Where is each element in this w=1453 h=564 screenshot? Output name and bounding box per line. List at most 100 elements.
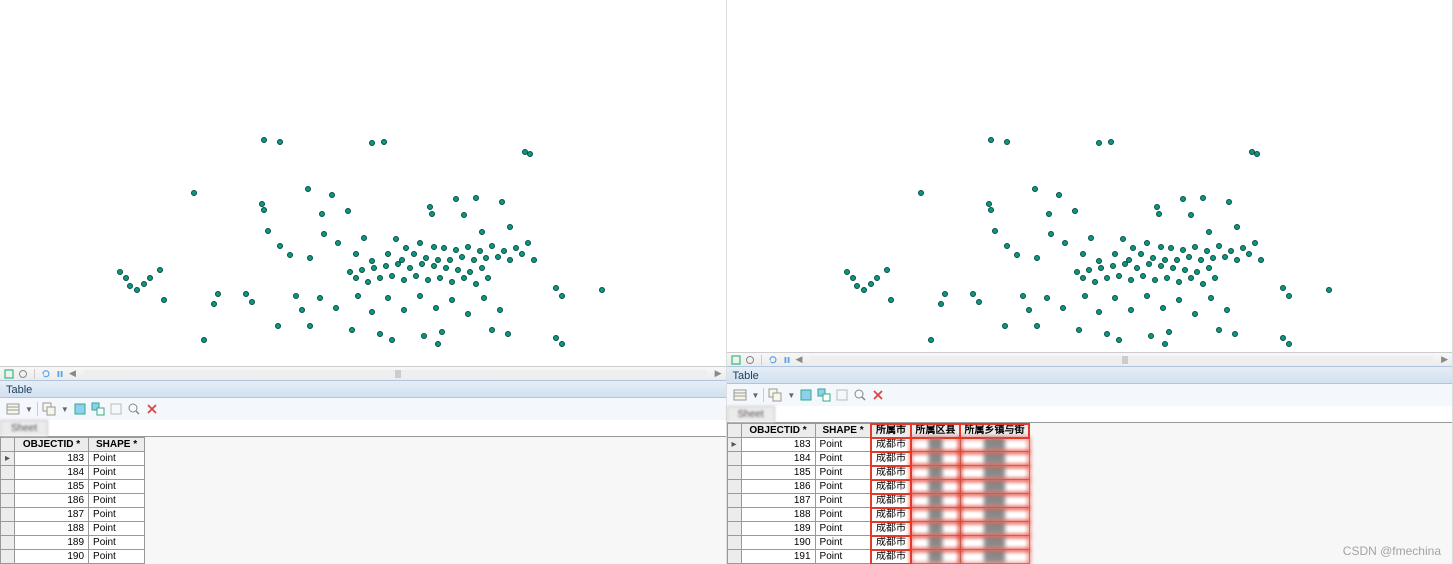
- map-point[interactable]: [407, 265, 413, 271]
- map-point[interactable]: [1150, 255, 1156, 261]
- map-point[interactable]: [1116, 337, 1122, 343]
- map-point[interactable]: [513, 245, 519, 251]
- map-point[interactable]: [265, 228, 271, 234]
- table-row[interactable]: 185Point: [1, 480, 145, 494]
- map-point[interactable]: [411, 251, 417, 257]
- map-point[interactable]: [305, 186, 311, 192]
- horizontal-scrollbar[interactable]: [84, 370, 707, 378]
- map-point[interactable]: [1104, 275, 1110, 281]
- table-row[interactable]: 184Point: [1, 466, 145, 480]
- row-selector[interactable]: [727, 550, 741, 564]
- map-point[interactable]: [1252, 240, 1258, 246]
- horizontal-scrollbar[interactable]: [810, 356, 1433, 364]
- map-point[interactable]: [369, 258, 375, 264]
- map-point[interactable]: [287, 252, 293, 258]
- map-point[interactable]: [888, 297, 894, 303]
- map-point[interactable]: [371, 265, 377, 271]
- map-point[interactable]: [1182, 267, 1188, 273]
- map-point[interactable]: [1200, 281, 1206, 287]
- map-point[interactable]: [1222, 254, 1228, 260]
- map-point[interactable]: [423, 255, 429, 261]
- map-point[interactable]: [141, 281, 147, 287]
- map-point[interactable]: [1176, 297, 1182, 303]
- map-point[interactable]: [481, 295, 487, 301]
- map-point[interactable]: [461, 275, 467, 281]
- map-point[interactable]: [361, 235, 367, 241]
- map-point[interactable]: [884, 267, 890, 273]
- map-point[interactable]: [353, 251, 359, 257]
- map-point[interactable]: [1060, 305, 1066, 311]
- map-view-right[interactable]: [727, 0, 1453, 352]
- map-point[interactable]: [377, 331, 383, 337]
- map-point[interactable]: [1122, 261, 1128, 267]
- map-point[interactable]: [1004, 139, 1010, 145]
- map-point[interactable]: [1174, 257, 1180, 263]
- row-selector[interactable]: [1, 466, 15, 480]
- map-point[interactable]: [1208, 295, 1214, 301]
- map-point[interactable]: [844, 269, 850, 275]
- map-point[interactable]: [369, 309, 375, 315]
- map-point[interactable]: [1180, 196, 1186, 202]
- map-point[interactable]: [401, 277, 407, 283]
- map-point[interactable]: [1280, 285, 1286, 291]
- map-point[interactable]: [1088, 235, 1094, 241]
- table-row[interactable]: 188Point: [1, 522, 145, 536]
- col-objectid[interactable]: OBJECTID *: [741, 424, 815, 438]
- map-point[interactable]: [215, 291, 221, 297]
- map-point[interactable]: [211, 301, 217, 307]
- map-point[interactable]: [477, 248, 483, 254]
- map-point[interactable]: [1128, 277, 1134, 283]
- map-point[interactable]: [1082, 293, 1088, 299]
- row-selector[interactable]: [1, 480, 15, 494]
- zoom-selected-icon[interactable]: [127, 402, 141, 416]
- table-row[interactable]: 190Point成都市█████: [727, 536, 1029, 550]
- map-point[interactable]: [1228, 248, 1234, 254]
- map-point[interactable]: [429, 211, 435, 217]
- map-point[interactable]: [369, 140, 375, 146]
- map-point[interactable]: [385, 251, 391, 257]
- map-point[interactable]: [419, 261, 425, 267]
- map-point[interactable]: [134, 287, 140, 293]
- map-point[interactable]: [1146, 261, 1152, 267]
- map-point[interactable]: [353, 275, 359, 281]
- map-point[interactable]: [489, 327, 495, 333]
- map-point[interactable]: [1044, 295, 1050, 301]
- map-point[interactable]: [1096, 309, 1102, 315]
- map-point[interactable]: [1048, 231, 1054, 237]
- delete-selected-icon[interactable]: [871, 388, 885, 402]
- map-point[interactable]: [507, 257, 513, 263]
- map-point[interactable]: [425, 277, 431, 283]
- map-point[interactable]: [1032, 186, 1038, 192]
- table-row[interactable]: 188Point成都市█████: [727, 508, 1029, 522]
- map-point[interactable]: [1240, 245, 1246, 251]
- map-point[interactable]: [431, 263, 437, 269]
- map-point[interactable]: [1280, 335, 1286, 341]
- map-point[interactable]: [1004, 243, 1010, 249]
- map-point[interactable]: [345, 208, 351, 214]
- map-point[interactable]: [1144, 240, 1150, 246]
- map-point[interactable]: [519, 251, 525, 257]
- map-point[interactable]: [1158, 263, 1164, 269]
- map-point[interactable]: [479, 229, 485, 235]
- map-point[interactable]: [1176, 279, 1182, 285]
- map-point[interactable]: [1162, 257, 1168, 263]
- row-selector[interactable]: [727, 522, 741, 536]
- refresh-icon[interactable]: [41, 369, 51, 379]
- map-point[interactable]: [1192, 244, 1198, 250]
- map-point[interactable]: [1168, 245, 1174, 251]
- map-point[interactable]: [417, 293, 423, 299]
- attribute-table-left[interactable]: OBJECTID * SHAPE * ▸183Point184Point185P…: [0, 437, 145, 564]
- map-point[interactable]: [123, 275, 129, 281]
- map-point[interactable]: [471, 257, 477, 263]
- map-point[interactable]: [1206, 229, 1212, 235]
- map-point[interactable]: [1080, 251, 1086, 257]
- map-point[interactable]: [1034, 255, 1040, 261]
- map-point[interactable]: [453, 196, 459, 202]
- map-point[interactable]: [447, 257, 453, 263]
- map-point[interactable]: [261, 137, 267, 143]
- map-point[interactable]: [1104, 331, 1110, 337]
- map-point[interactable]: [976, 299, 982, 305]
- map-point[interactable]: [381, 139, 387, 145]
- table-row[interactable]: 189Point成都市█████: [727, 522, 1029, 536]
- map-point[interactable]: [1144, 293, 1150, 299]
